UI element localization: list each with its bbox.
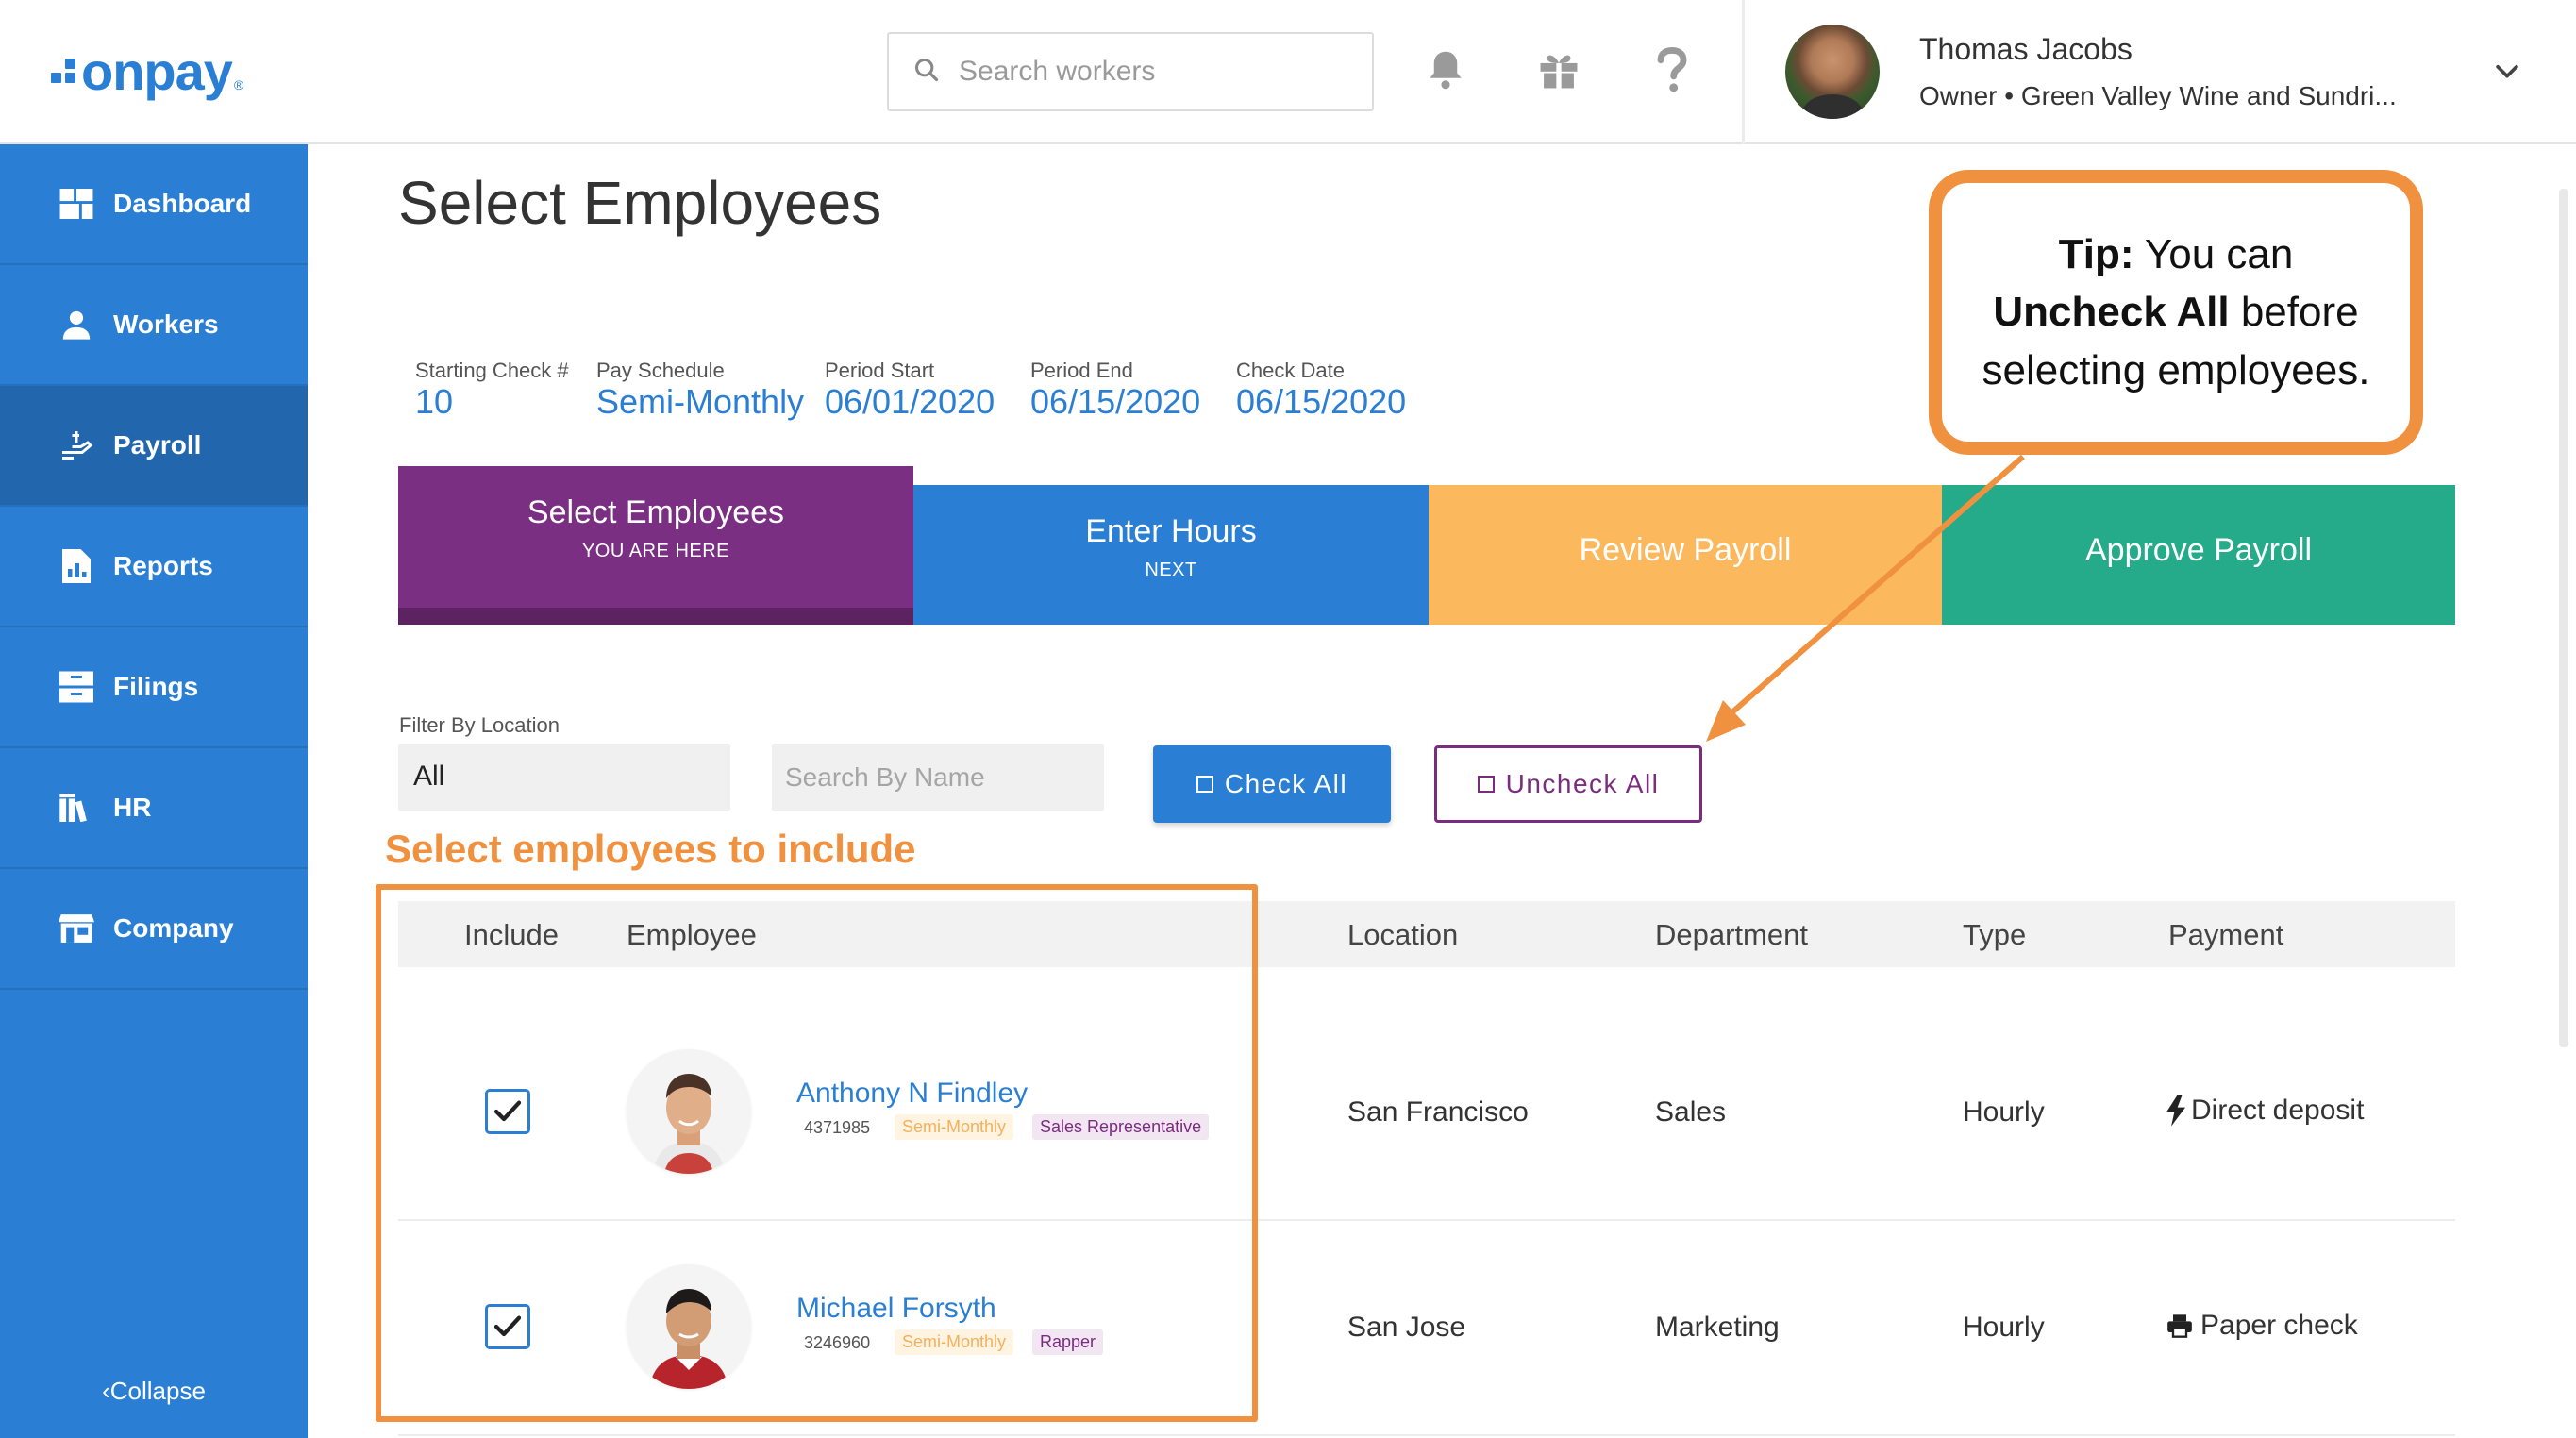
page-scrollbar[interactable] — [2559, 189, 2568, 1047]
app-root: onpay ® Thomas Jacobs Owner • Green Vall… — [0, 0, 2576, 1438]
annotation-arrow — [1706, 454, 2025, 742]
